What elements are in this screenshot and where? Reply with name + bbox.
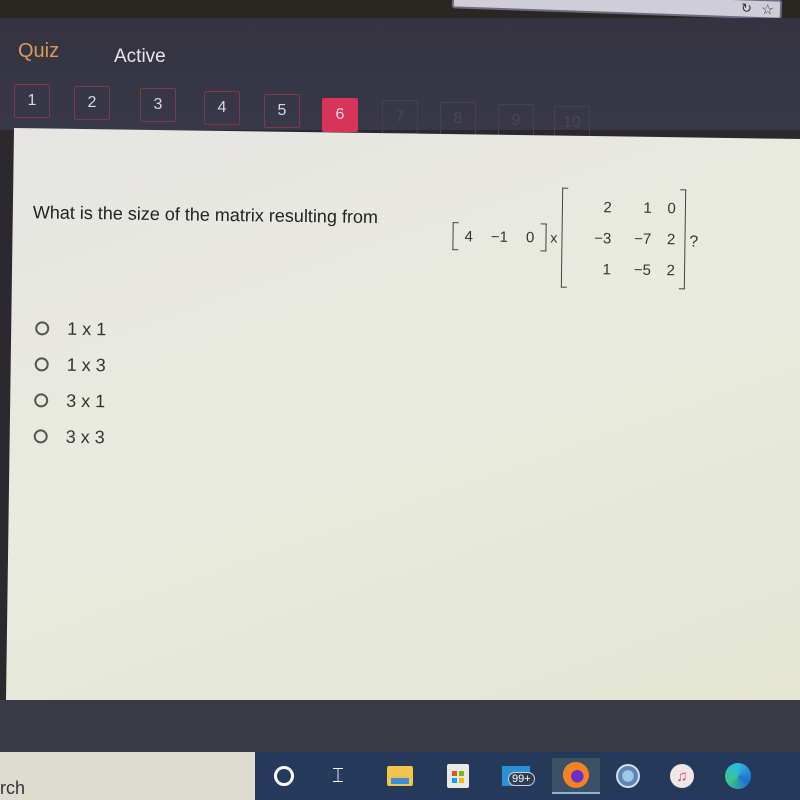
matrix-cell: 1 (643, 199, 652, 217)
multiply-sign: x (550, 229, 558, 246)
search-placeholder: rch (0, 778, 26, 798)
question-tab-9[interactable]: 9 (498, 104, 534, 138)
question-tab-8[interactable]: 8 (440, 102, 476, 136)
row-vector-cell: 4 (464, 227, 473, 245)
edge-icon[interactable] (720, 758, 756, 794)
matrix-cell: 1 (602, 260, 612, 278)
option-label: 3 x 3 (65, 426, 105, 447)
radio-button[interactable] (33, 429, 48, 444)
square-matrix: 2 1 0 −3 −7 2 1 −5 2 (560, 187, 687, 290)
mail-icon[interactable]: 99+ (498, 758, 535, 794)
answer-option[interactable]: 1 x 1 (35, 310, 107, 347)
question-tab-2[interactable]: 2 (74, 86, 110, 120)
taskbar: rch ⌶ 99+ ♫ (0, 752, 800, 800)
question-tab-6[interactable]: 6 (322, 98, 358, 132)
matrix-cell: 2 (603, 198, 612, 216)
microsoft-store-icon[interactable] (440, 758, 476, 794)
matrix-cell: 2 (666, 230, 676, 248)
question-tab-1[interactable]: 1 (14, 84, 50, 118)
answer-option[interactable]: 1 x 3 (34, 346, 106, 383)
answer-option[interactable]: 3 x 1 (34, 382, 106, 419)
taskbar-search[interactable]: rch (0, 752, 255, 800)
page-footer-band (0, 700, 800, 760)
quiz-status: Active (114, 46, 166, 67)
matrix-cell: 0 (667, 199, 676, 217)
refresh-icon[interactable]: ↻ (741, 0, 752, 16)
question-card: What is the size of the matrix resulting… (5, 128, 800, 715)
question-text: What is the size of the matrix resulting… (32, 202, 379, 228)
task-view-icon[interactable]: ⌶ (320, 758, 356, 794)
answer-option[interactable]: 3 x 3 (33, 418, 105, 455)
matrix-cell: −3 (594, 229, 612, 247)
radio-button[interactable] (35, 321, 50, 336)
file-explorer-icon[interactable] (382, 758, 418, 794)
option-label: 1 x 1 (67, 318, 107, 339)
row-vector: 4 −1 0 (452, 222, 547, 252)
mail-badge: 99+ (508, 772, 535, 786)
question-mark: ? (689, 233, 699, 251)
row-vector-cell: 0 (525, 228, 535, 246)
option-label: 1 x 3 (66, 354, 106, 375)
radio-button[interactable] (34, 393, 49, 408)
option-label: 3 x 1 (66, 390, 106, 411)
row-vector-cell: −1 (490, 228, 509, 246)
firefox-icon[interactable] (552, 758, 600, 794)
radio-button[interactable] (34, 357, 49, 372)
question-tab-3[interactable]: 3 (140, 88, 176, 122)
globe-app-icon[interactable] (610, 758, 646, 794)
star-icon[interactable]: ☆ (761, 1, 774, 18)
matrix-cell: −5 (633, 261, 651, 279)
question-tab-7[interactable]: 7 (382, 100, 418, 134)
right-bracket (678, 189, 687, 290)
browser-top-strip: ↻ ☆ (0, 0, 800, 20)
matrix-cell: 2 (666, 261, 675, 279)
address-bar[interactable]: ↻ ☆ (451, 0, 783, 20)
matrix-cell: −7 (634, 230, 652, 248)
matrix-expression: 4 −1 0 x 2 1 0 −3 −7 2 1 −5 2 ? (452, 186, 699, 290)
right-bracket (540, 223, 547, 252)
answer-options: 1 x 1 1 x 3 3 x 1 3 x 3 (33, 310, 106, 455)
quiz-header: Quiz Active 1 2 3 4 5 6 7 8 9 10 (0, 18, 800, 140)
itunes-icon[interactable]: ♫ (664, 758, 700, 794)
question-tab-5[interactable]: 5 (264, 94, 300, 128)
cortana-icon[interactable] (266, 758, 302, 794)
question-tab-4[interactable]: 4 (204, 91, 240, 125)
quiz-title: Quiz (18, 40, 60, 62)
